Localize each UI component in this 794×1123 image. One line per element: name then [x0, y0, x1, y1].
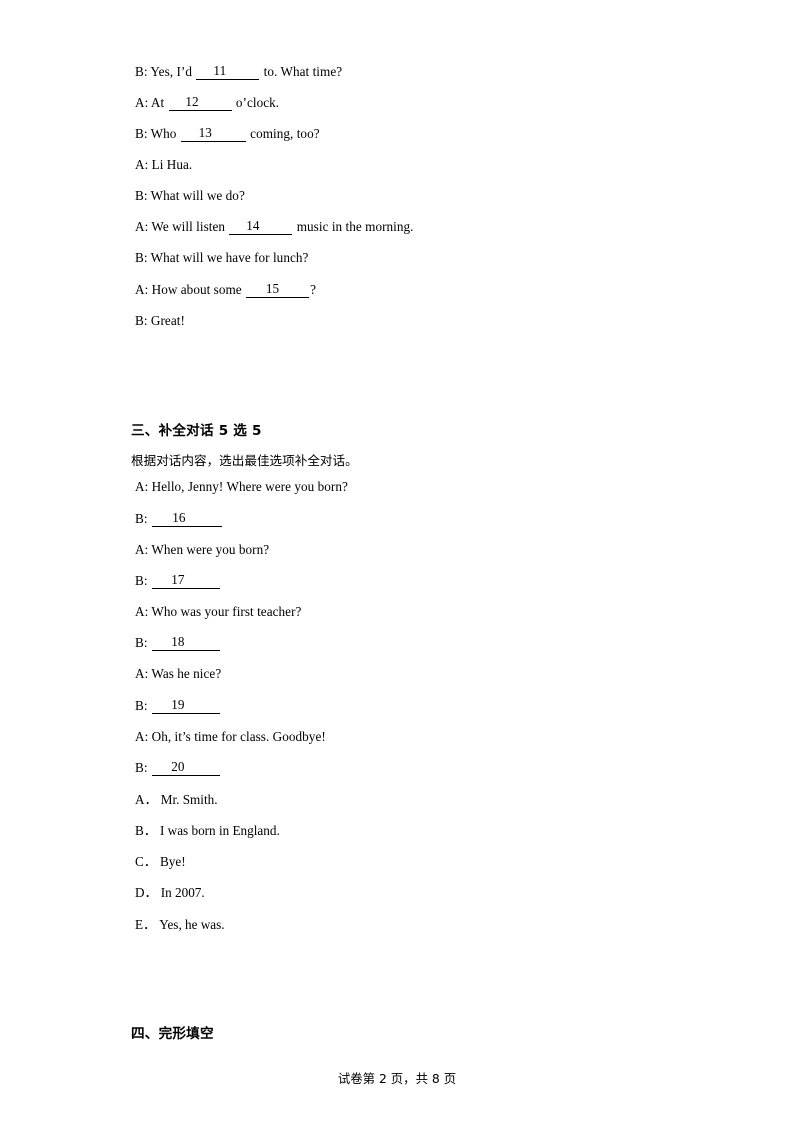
dialogue-line: A: Was he nice? — [135, 666, 221, 682]
dialogue-prefix: A: Hello, Jenny! Where were you born? — [135, 479, 348, 494]
dialogue-suffix: coming, too? — [246, 126, 320, 141]
dialogue-prefix: A: Oh, it’s time for class. Goodbye! — [135, 729, 326, 744]
option-letter: D． — [135, 885, 158, 900]
option-letter: E． — [135, 917, 157, 932]
dialogue-line: B: 20 — [135, 759, 221, 776]
option-item-d[interactable]: D． In 2007. — [135, 885, 205, 901]
dialogue-line: B: 18 — [135, 634, 221, 651]
blank-number: 11 — [213, 63, 227, 78]
blank-number: 17 — [171, 572, 185, 587]
answer-blank-18[interactable]: 18 — [151, 634, 220, 651]
dialogue-suffix: to. What time? — [260, 64, 343, 79]
dialogue-prefix: B: — [135, 760, 151, 775]
dialogue-line: A: How about some 15? — [135, 281, 316, 298]
option-item-b[interactable]: B． I was born in England. — [135, 823, 280, 839]
dialogue-prefix: B: What will we have for lunch? — [135, 250, 309, 265]
dialogue-prefix: A: Li Hua. — [135, 157, 193, 172]
option-text: Mr. Smith. — [160, 792, 218, 807]
option-item-a[interactable]: A． Mr. Smith. — [135, 792, 218, 808]
dialogue-prefix: B: — [135, 635, 151, 650]
dialogue-prefix: A: How about some — [135, 282, 246, 297]
dialogue-line: A: We will listen 14 music in the mornin… — [135, 218, 414, 235]
blank-number: 16 — [172, 510, 186, 525]
dialogue-prefix: A: At — [135, 95, 168, 110]
answer-blank-14[interactable]: 14 — [229, 218, 293, 235]
dialogue-prefix: B: Who — [135, 126, 180, 141]
answer-blank-17[interactable]: 17 — [151, 572, 220, 589]
dialogue-prefix: B: — [135, 573, 151, 588]
blank-number: 12 — [185, 94, 199, 109]
dialogue-line: A: At 12 o’clock. — [135, 94, 280, 111]
answer-blank-13[interactable]: 13 — [180, 125, 246, 142]
answer-blank-16[interactable]: 16 — [151, 510, 222, 527]
option-letter: B． — [135, 823, 157, 838]
option-letter: A． — [135, 792, 158, 807]
dialogue-prefix: A: Was he nice? — [135, 666, 222, 681]
option-text: Bye! — [159, 854, 186, 869]
dialogue-prefix: B: Yes, I’d — [135, 64, 196, 79]
dialogue-line: B: Who 13 coming, too? — [135, 125, 320, 142]
section-three-intro: 根据对话内容，选出最佳选项补全对话。 — [131, 453, 358, 468]
document-page: B: Yes, I’d 11 to. What time? A: At 12 o… — [0, 0, 794, 1123]
dialogue-line: B: 19 — [135, 697, 221, 714]
dialogue-prefix: B: What will we do? — [135, 188, 245, 203]
dialogue-line: A: When were you born? — [135, 542, 269, 558]
option-letter: C． — [135, 854, 157, 869]
option-text: Yes, he was. — [159, 917, 225, 932]
blank-number: 13 — [198, 125, 212, 140]
answer-blank-20[interactable]: 20 — [151, 759, 220, 776]
option-item-e[interactable]: E． Yes, he was. — [135, 917, 225, 933]
blank-number: 14 — [246, 218, 260, 233]
dialogue-line: A: Li Hua. — [135, 157, 192, 173]
page-footer: 试卷第 2 页，共 8 页 — [337, 1071, 457, 1086]
answer-blank-15[interactable]: 15 — [246, 281, 310, 298]
dialogue-line: B: 16 — [135, 510, 223, 527]
dialogue-prefix: A: We will listen — [135, 219, 229, 234]
dialogue-suffix: music in the morning. — [293, 219, 414, 234]
dialogue-prefix: A: When were you born? — [135, 542, 270, 557]
dialogue-prefix: B: — [135, 698, 151, 713]
dialogue-line: A: Hello, Jenny! Where were you born? — [135, 479, 348, 495]
dialogue-line: B: Great! — [135, 313, 185, 329]
dialogue-line: B: What will we do? — [135, 188, 245, 204]
dialogue-line: A: Who was your first teacher? — [135, 604, 301, 620]
dialogue-line: B: What will we have for lunch? — [135, 250, 308, 266]
option-text: In 2007. — [160, 885, 205, 900]
dialogue-line: B: Yes, I’d 11 to. What time? — [135, 63, 343, 80]
dialogue-prefix: B: — [135, 511, 151, 526]
dialogue-line: A: Oh, it’s time for class. Goodbye! — [135, 729, 326, 745]
option-item-c[interactable]: C． Bye! — [135, 854, 186, 870]
dialogue-suffix: o’clock. — [232, 95, 280, 110]
answer-blank-12[interactable]: 12 — [168, 94, 232, 111]
blank-number: 19 — [171, 697, 185, 712]
dialogue-suffix: ? — [310, 282, 316, 297]
answer-blank-19[interactable]: 19 — [151, 697, 220, 714]
dialogue-line: B: 17 — [135, 572, 221, 589]
blank-number: 15 — [265, 281, 280, 296]
section-four-heading: 四、完形填空 — [131, 1026, 214, 1042]
blank-number: 18 — [171, 634, 185, 649]
dialogue-prefix: A: Who was your first teacher? — [135, 604, 302, 619]
option-text: I was born in England. — [159, 823, 280, 838]
blank-number: 20 — [171, 759, 185, 774]
section-three-heading: 三、补全对话 5 选 5 — [131, 423, 262, 439]
answer-blank-11[interactable]: 11 — [196, 63, 260, 80]
dialogue-prefix: B: Great! — [135, 313, 185, 328]
